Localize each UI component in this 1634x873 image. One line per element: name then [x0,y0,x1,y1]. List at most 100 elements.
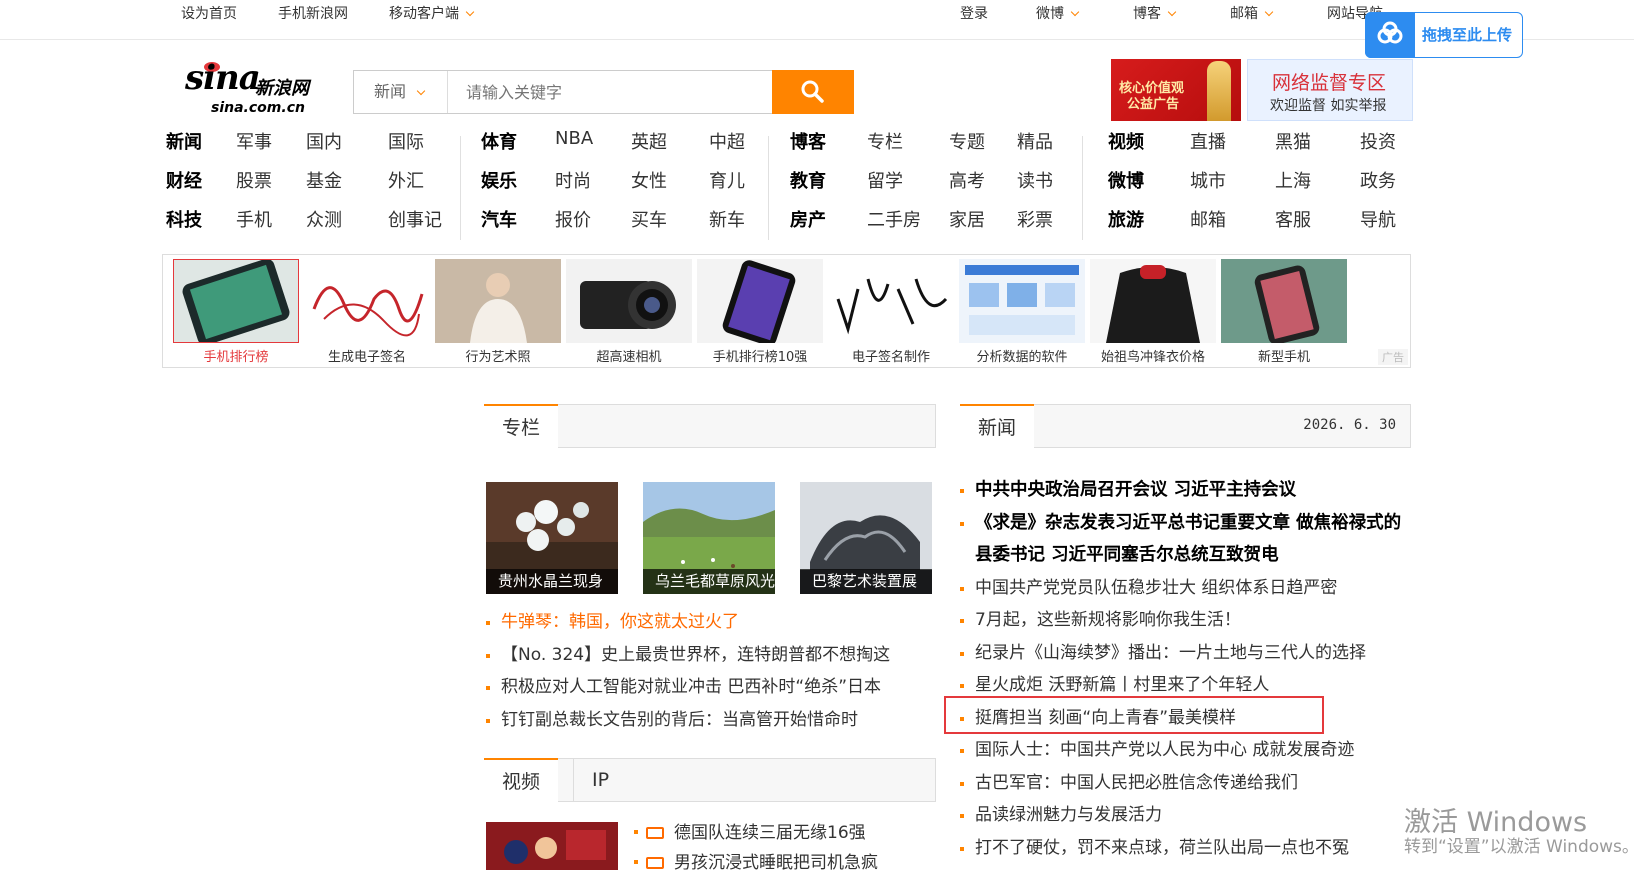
blog-menu[interactable]: 博客 [1133,0,1177,28]
list-item[interactable]: 品读绿洲魅力与发展活力 [960,799,1410,832]
tab-ip[interactable]: IP [573,759,627,801]
search-button[interactable] [772,70,854,114]
photo-card[interactable]: 贵州水晶兰现身 [486,482,618,594]
nav-link[interactable]: 专栏 [867,128,903,154]
photo-card[interactable]: 乌兰毛都草原风光 [643,482,775,594]
list-item[interactable]: 7月起，这些新规将影响你我生活！ [960,604,1410,637]
mail-menu[interactable]: 邮箱 [1230,0,1274,28]
nav-link[interactable]: 上海 [1275,167,1311,193]
tab-video[interactable]: 视频 [484,758,559,802]
sina-logo[interactable]: sina 新浪网 sina.com.cn [185,58,335,120]
nav-link[interactable]: 博客 [790,128,826,154]
ad-card[interactable]: 手机排行榜10强 [697,259,823,365]
nav-link[interactable]: 时尚 [555,167,591,193]
nav-link[interactable]: 创事记 [388,206,442,232]
list-item[interactable]: 《求是》杂志发表习近平总书记重要文章 做焦裕禄式的县委书记 习近平同塞舌尔总统互… [960,507,1410,572]
list-item[interactable]: 中国共产党党员队伍稳步壮大 组织体系日趋严密 [960,572,1410,605]
nav-link[interactable]: 精品 [1017,128,1053,154]
nav-link[interactable]: 汽车 [481,206,517,232]
search-category-select[interactable]: 新闻 [354,71,448,113]
nav-link[interactable]: 新车 [709,206,745,232]
list-item[interactable]: 中共中央政治局召开会议 习近平主持会议 [960,474,1410,507]
nav-link[interactable]: 众测 [306,206,342,232]
login-link[interactable]: 登录 [960,0,988,28]
nav-link[interactable]: 体育 [481,128,517,154]
nav-link[interactable]: 女性 [631,167,667,193]
set-home-link[interactable]: 设为首页 [181,0,237,28]
nav-link[interactable]: 导航 [1360,206,1396,232]
list-item[interactable]: 钉钉副总裁长文告别的背后：当高管开始惜命时 [486,704,946,737]
nav-link[interactable]: 报价 [555,206,591,232]
nav-link[interactable]: 基金 [306,167,342,193]
nav-link[interactable]: 读书 [1017,167,1053,193]
weibo-menu[interactable]: 微博 [1036,0,1080,28]
photo-card[interactable]: 巴黎艺术装置展 [800,482,932,594]
nav-link[interactable]: 城市 [1190,167,1226,193]
ad-card[interactable]: 新型手机 [1221,259,1347,365]
video-thumbnail[interactable] [486,822,618,870]
tower-graphic [1207,61,1231,121]
list-item[interactable]: 【No. 324】史上最贵世界杯，连特朗普都不想掏这 [486,639,946,672]
nav-link[interactable]: 新闻 [166,128,202,154]
nav-link[interactable]: 彩票 [1017,206,1053,232]
nav-link[interactable]: 黑猫 [1275,128,1311,154]
list-item[interactable]: 打不了硬仗，罚不来点球，荷兰队出局一点也不冤 [960,832,1410,865]
video-item[interactable]: 德国队连续三届无缘16强 [634,818,866,843]
list-item[interactable]: 积极应对人工智能对就业冲击 巴西补时“绝杀”日本 [486,671,946,704]
ad-card-image [566,259,692,343]
list-item[interactable]: 牛弹琴：韩国，你这就太过火了 [486,606,946,639]
nav-link[interactable]: 家居 [949,206,985,232]
nav-link[interactable]: 视频 [1108,128,1144,154]
nav-link[interactable]: 科技 [166,206,202,232]
ad-card[interactable]: 行为艺术照 [435,259,561,365]
video-camera-icon [646,857,664,869]
supervision-sub: 欢迎监督 如实举报 [1270,98,1387,114]
nav-link[interactable]: 高考 [949,167,985,193]
bullet-icon [634,830,638,834]
nav-link[interactable]: 专题 [949,128,985,154]
nav-link[interactable]: 买车 [631,206,667,232]
list-item[interactable]: 纪录片《山海续梦》播出：一片土地与三代人的选择 [960,637,1410,670]
ad-card[interactable]: 电子签名制作 [828,259,954,365]
nav-link[interactable]: 二手房 [867,206,921,232]
nav-link[interactable]: 微博 [1108,167,1144,193]
mobile-client-menu[interactable]: 移动客户端 [389,0,475,28]
nav-link[interactable]: 育儿 [709,167,745,193]
ad-card[interactable]: 超高速相机 [566,259,692,365]
ad-card[interactable]: 生成电子签名 [304,259,430,365]
nav-link[interactable]: 英超 [631,128,667,154]
nav-link[interactable]: NBA [555,128,593,149]
ad-card[interactable]: 始祖鸟冲锋衣价格 [1090,259,1216,365]
tab-news[interactable]: 新闻 [960,404,1035,448]
list-item[interactable]: 古巴军官：中国人民把必胜信念传递给我们 [960,767,1410,800]
nav-link[interactable]: 教育 [790,167,826,193]
mobile-sina-link[interactable]: 手机新浪网 [278,0,348,28]
ad-card[interactable]: 分析数据的软件 [959,259,1085,365]
nav-link[interactable]: 股票 [236,167,272,193]
nav-link[interactable]: 政务 [1360,167,1396,193]
drag-upload-widget[interactable]: 拖拽至此上传 [1365,12,1523,58]
nav-link[interactable]: 房产 [790,206,826,232]
nav-link[interactable]: 留学 [867,167,903,193]
nav-link[interactable]: 财经 [166,167,202,193]
nav-link[interactable]: 外汇 [388,167,424,193]
video-item[interactable]: 男孩沉浸式睡眠把司机急疯 [634,848,878,873]
nav-link[interactable]: 手机 [236,206,272,232]
search-input[interactable] [448,71,770,113]
list-item[interactable]: 国际人士：中国共产党以人民为中心 成就发展奇迹 [960,734,1410,767]
nav-link[interactable]: 中超 [709,128,745,154]
nav-link[interactable]: 国内 [306,128,342,154]
ad-card-caption: 行为艺术照 [465,350,531,365]
core-values-ad[interactable]: 核心价值观 公益广告 [1111,59,1241,121]
supervision-ad[interactable]: 网络监督专区 欢迎监督 如实举报 [1247,59,1413,121]
tab-column[interactable]: 专栏 [484,404,559,448]
nav-link[interactable]: 娱乐 [481,167,517,193]
nav-link[interactable]: 邮箱 [1190,206,1226,232]
nav-link[interactable]: 客服 [1275,206,1311,232]
nav-link[interactable]: 投资 [1360,128,1396,154]
ad-card[interactable]: 手机排行榜 [173,259,299,365]
nav-link[interactable]: 国际 [388,128,424,154]
nav-link[interactable]: 军事 [236,128,272,154]
nav-link[interactable]: 旅游 [1108,206,1144,232]
nav-link[interactable]: 直播 [1190,128,1226,154]
